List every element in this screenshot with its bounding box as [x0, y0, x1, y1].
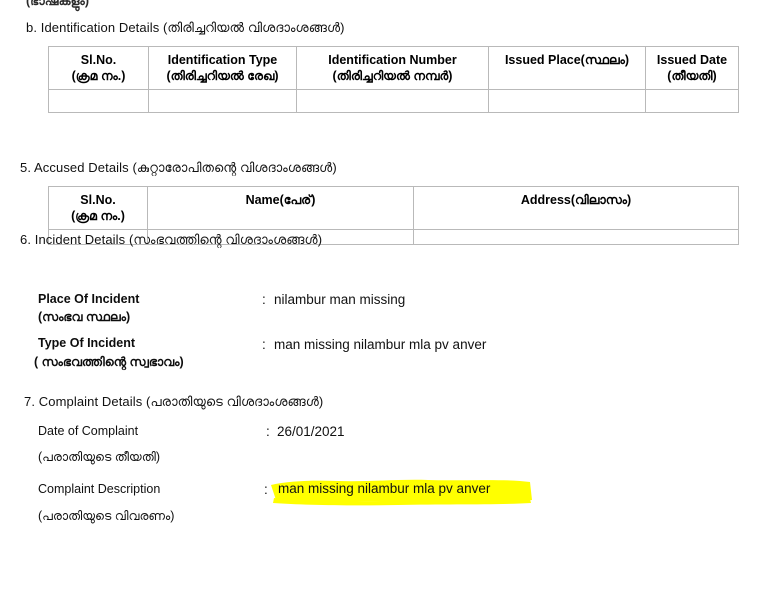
section-6-heading: 6. Incident Details (സംഭവത്തിന്റെ വിശദാം…	[20, 232, 323, 247]
section-b-heading: b. Identification Details (തിരിച്ചറിയൽ വ…	[26, 20, 345, 35]
date-of-complaint-label: Date of Complaint	[38, 424, 139, 438]
column-header-slno: Sl.No. (ക്രമ നം.)	[48, 186, 148, 230]
type-of-incident-label-ml: ( സംഭവത്തിന്റെ സ്വഭാവം)	[34, 355, 184, 369]
type-of-incident-value: man missing nilambur mla pv anver	[274, 337, 487, 352]
column-header-name: Name(പേര്)	[147, 186, 414, 230]
date-of-complaint-separator: :	[266, 424, 270, 439]
cell-issued-date[interactable]	[645, 89, 739, 113]
column-header-issued-date: Issued Date (തീയതി)	[645, 46, 739, 90]
section-7-heading: 7. Complaint Details (പരാതിയുടെ വിശദാംശങ…	[24, 394, 324, 409]
place-of-incident-label-ml: (സംഭവ സ്ഥലം)	[38, 310, 131, 324]
column-header-identification-number-ml: (തിരിച്ചറിയൽ നമ്പർ)	[332, 69, 453, 84]
column-header-slno: Sl.No. (ക്രമ നം.)	[48, 46, 149, 90]
column-header-issued-date-en: Issued Date	[656, 53, 728, 67]
document-page: (ഭാഷകളും) b. Identification Details (തിര…	[0, 0, 770, 599]
column-header-identification-number: Identification Number (തിരിച്ചറിയൽ നമ്പർ…	[296, 46, 489, 90]
place-of-incident-label: Place Of Incident	[38, 292, 140, 306]
identification-details-table: Sl.No. (ക്രമ നം.) Identification Type (ത…	[48, 46, 739, 113]
type-of-incident-separator: :	[262, 337, 266, 352]
cut-off-top-text: (ഭാഷകളും)	[26, 0, 90, 8]
cell-issued-place[interactable]	[488, 89, 646, 113]
complaint-description-highlight: man missing nilambur mla pv anver	[268, 476, 536, 506]
complaint-description-value: man missing nilambur mla pv anver	[278, 481, 491, 496]
table-row	[48, 89, 739, 113]
table-header-row: Sl.No. (ക്രമ നം.) Identification Type (ത…	[48, 46, 739, 90]
column-header-issued-place: Issued Place(സ്ഥലം)	[488, 46, 646, 90]
column-header-identification-number-en: Identification Number	[328, 53, 457, 67]
cell-identification-number[interactable]	[296, 89, 489, 113]
column-header-issued-date-ml: (തീയതി)	[667, 69, 717, 84]
table-header-row: Sl.No. (ക്രമ നം.) Name(പേര്) Address(വില…	[48, 186, 739, 230]
column-header-slno-ml: (ക്രമ നം.)	[71, 209, 125, 224]
column-header-address: Address(വിലാസം)	[413, 186, 739, 230]
place-of-incident-value: nilambur man missing	[274, 292, 406, 307]
column-header-address-en: Address(വിലാസം)	[520, 193, 632, 207]
column-header-name-en: Name(പേര്)	[245, 193, 316, 207]
type-of-incident-label: Type Of Incident	[38, 336, 135, 350]
cell-address[interactable]	[413, 229, 739, 245]
column-header-slno-ml: (ക്രമ നം.)	[71, 69, 126, 84]
cell-slno[interactable]	[48, 89, 149, 113]
column-header-slno-en: Sl.No.	[80, 53, 117, 67]
column-header-identification-type: Identification Type (തിരിച്ചറിയൽ രേഖ)	[148, 46, 297, 90]
date-of-complaint-label-ml: (പരാതിയുടെ തീയതി)	[38, 450, 161, 464]
column-header-identification-type-en: Identification Type	[167, 53, 278, 67]
column-header-slno-en: Sl.No.	[80, 193, 116, 207]
column-header-issued-place-en: Issued Place(സ്ഥലം)	[504, 53, 630, 67]
complaint-description-label-ml: (പരാതിയുടെ വിവരണം)	[38, 509, 175, 523]
section-5-heading: 5. Accused Details (കുറ്റാരോപിതന്റെ വിശദ…	[20, 160, 337, 175]
complaint-description-label: Complaint Description	[38, 482, 161, 496]
column-header-identification-type-ml: (തിരിച്ചറിയൽ രേഖ)	[166, 69, 279, 84]
place-of-incident-separator: :	[262, 292, 266, 307]
cell-identification-type[interactable]	[148, 89, 297, 113]
date-of-complaint-value: 26/01/2021	[277, 424, 345, 439]
